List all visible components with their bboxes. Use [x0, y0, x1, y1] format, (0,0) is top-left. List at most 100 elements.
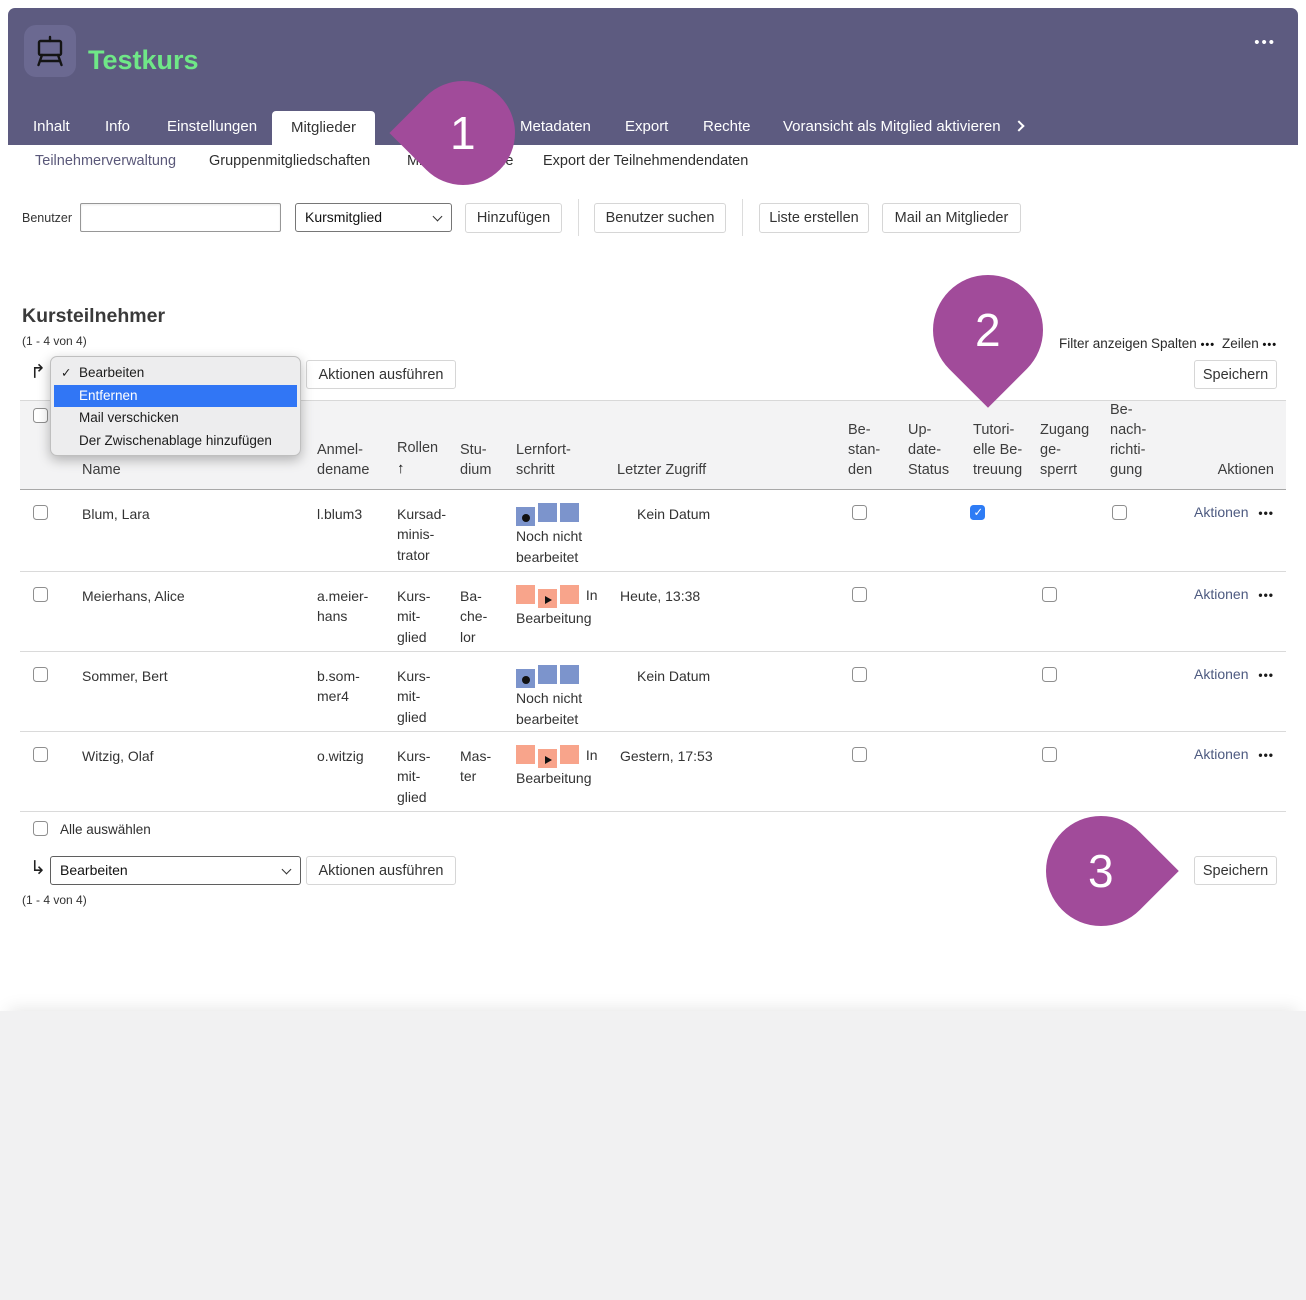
cell-letzter-zugriff: Heute, 13:38	[620, 586, 700, 606]
show-filter-link[interactable]: Filter anzeigen	[1059, 336, 1148, 351]
tab-info[interactable]: Info	[105, 118, 130, 135]
col-studium[interactable]: Stu- dium	[460, 440, 491, 480]
tab-einstellungen[interactable]: Einstellungen	[167, 118, 257, 135]
menu-item-entfernen[interactable]: Entfernen	[54, 385, 297, 408]
rows-menu[interactable]: Zeilen •••	[1222, 336, 1277, 351]
col-benachrichtigung[interactable]: Be- nach- richti- gung	[1110, 400, 1146, 480]
save-button-top[interactable]: Speichern	[1194, 360, 1277, 389]
row-actions-link[interactable]: Aktionen •••	[1194, 586, 1274, 602]
cell-name: Witzig, Olaf	[82, 746, 154, 766]
zugang-gesperrt-checkbox[interactable]	[1042, 667, 1057, 682]
benachrichtigung-checkbox[interactable]	[1112, 505, 1127, 520]
col-zugang-gesperrt[interactable]: Zugang ge- sperrt	[1040, 420, 1089, 480]
tab-voransicht[interactable]: Voransicht als Mitglied aktivieren	[783, 118, 1023, 135]
bestanden-checkbox[interactable]	[852, 747, 867, 762]
table-row: Witzig, Olaf o.witzig Kurs- mit- glied M…	[20, 732, 1286, 812]
user-search-input[interactable]	[80, 203, 281, 232]
progress-square-icon	[516, 585, 535, 604]
col-bestanden[interactable]: Be- stan- den	[848, 420, 880, 480]
tab-metadaten[interactable]: Metadaten	[520, 118, 591, 135]
col-letzter-zugriff[interactable]: Letzter Zugriff	[617, 460, 706, 480]
tab-rechte[interactable]: Rechte	[703, 118, 751, 135]
cell-letzter-zugriff: Gestern, 17:53	[620, 746, 713, 766]
cell-anmeldename: l.blum3	[317, 504, 362, 524]
ellipsis-icon: •••	[1258, 588, 1274, 602]
subnav-teilnehmerverwaltung[interactable]: Teilnehmerverwaltung	[35, 153, 176, 169]
subnav-gruppenmitgliedschaften[interactable]: Gruppenmitgliedschaften	[209, 153, 370, 169]
tab-voransicht-label: Voransicht als Mitglied aktivieren	[783, 118, 1001, 135]
progress-label: Noch nicht bearbeitet	[516, 528, 582, 565]
col-update-status[interactable]: Up- date- Status	[908, 420, 949, 480]
col-rollen[interactable]: Rollen ↑	[397, 438, 438, 480]
execute-actions-button-top[interactable]: Aktionen ausführen	[306, 360, 456, 389]
mail-members-button[interactable]: Mail an Mitglieder	[882, 203, 1021, 233]
progress-square-current-icon	[538, 589, 557, 608]
menu-item-bearbeiten[interactable]: ✓ Bearbeiten	[51, 362, 300, 385]
select-all-header-checkbox[interactable]	[33, 408, 48, 423]
progress-square-icon	[560, 745, 579, 764]
tab-mitglieder[interactable]: Mitglieder	[272, 111, 375, 145]
progress-square-current-icon	[538, 749, 557, 768]
select-all-checkbox[interactable]	[33, 821, 48, 836]
add-button[interactable]: Hinzufügen	[465, 203, 562, 233]
subnav-export-teilnehmendendaten[interactable]: Export der Teilnehmendendaten	[543, 153, 748, 169]
role-select[interactable]: Kursmitglied	[295, 203, 452, 232]
divider	[578, 199, 579, 236]
ellipsis-icon: •••	[1201, 339, 1216, 351]
role-select-value: Kursmitglied	[305, 209, 382, 225]
progress-square-icon	[516, 745, 535, 764]
zugang-gesperrt-checkbox[interactable]	[1042, 587, 1057, 602]
row-actions-link[interactable]: Aktionen •••	[1194, 746, 1274, 762]
menu-item-zwischenablage[interactable]: Der Zwischenablage hinzufügen	[51, 430, 300, 453]
col-lernfortschritt[interactable]: Lernfort- schritt	[516, 440, 571, 480]
cell-letzter-zugriff: Kein Datum	[637, 504, 710, 524]
ellipsis-icon: •••	[1263, 339, 1278, 351]
blackboard-icon	[30, 31, 70, 71]
create-list-button[interactable]: Liste erstellen	[759, 203, 869, 233]
tutorielle-betreuung-checkbox[interactable]	[970, 505, 985, 520]
col-tutorielle-betreuung[interactable]: Tutori- elle Be- treuung	[973, 420, 1022, 480]
course-tabs: Inhalt Info Einstellungen Mitglieder Met…	[8, 110, 1298, 145]
execute-actions-button-bottom[interactable]: Aktionen ausführen	[306, 856, 456, 885]
bestanden-checkbox[interactable]	[852, 587, 867, 602]
search-users-button[interactable]: Benutzer suchen	[594, 203, 726, 233]
more-menu-icon[interactable]: •••	[1254, 34, 1276, 51]
columns-menu[interactable]: Spalten •••	[1151, 336, 1215, 351]
row-select-checkbox[interactable]	[33, 587, 48, 602]
ellipsis-icon: •••	[1258, 506, 1274, 520]
page: Testkurs ••• Inhalt Info Einstellungen M…	[0, 0, 1306, 1300]
ellipsis-icon: •••	[1258, 748, 1274, 762]
save-button-bottom[interactable]: Speichern	[1194, 856, 1277, 885]
chevron-down-icon	[433, 212, 443, 222]
cell-rolle: Kurs- mit- glied	[397, 586, 430, 647]
progress-square-icon	[560, 585, 579, 604]
row-select-checkbox[interactable]	[33, 667, 48, 682]
learning-progress-indicator: In Bearbeitung	[516, 585, 612, 629]
footer-area	[0, 1011, 1306, 1300]
bestanden-checkbox[interactable]	[852, 505, 867, 520]
sort-ascending-icon: ↑	[397, 459, 438, 480]
progress-square-icon	[560, 503, 579, 522]
cell-studium: Ba- che- lor	[460, 586, 487, 647]
tab-export[interactable]: Export	[625, 118, 668, 135]
progress-square-icon	[538, 503, 557, 522]
row-select-checkbox[interactable]	[33, 747, 48, 762]
bulk-action-select[interactable]: Bearbeiten	[50, 856, 301, 885]
tab-inhalt[interactable]: Inhalt	[33, 118, 70, 135]
col-anmeldename[interactable]: Anmel- dename	[317, 440, 369, 480]
row-actions-link[interactable]: Aktionen •••	[1194, 504, 1274, 520]
cell-anmeldename: o.witzig	[317, 746, 364, 766]
benutzer-label: Benutzer	[22, 211, 72, 225]
cell-anmeldename: a.meier- hans	[317, 586, 368, 627]
progress-square-current-icon	[516, 507, 535, 526]
zugang-gesperrt-checkbox[interactable]	[1042, 747, 1057, 762]
row-select-checkbox[interactable]	[33, 505, 48, 520]
col-name[interactable]: Name	[82, 460, 121, 480]
menu-item-mail-verschicken[interactable]: Mail verschicken	[51, 407, 300, 430]
result-count-bottom: (1 - 4 von 4)	[22, 893, 87, 907]
table-row: Blum, Lara l.blum3 Kursad- minis- trator…	[20, 490, 1286, 572]
progress-square-icon	[560, 665, 579, 684]
cell-name: Meierhans, Alice	[82, 586, 185, 606]
bestanden-checkbox[interactable]	[852, 667, 867, 682]
row-actions-link[interactable]: Aktionen •••	[1194, 666, 1274, 682]
